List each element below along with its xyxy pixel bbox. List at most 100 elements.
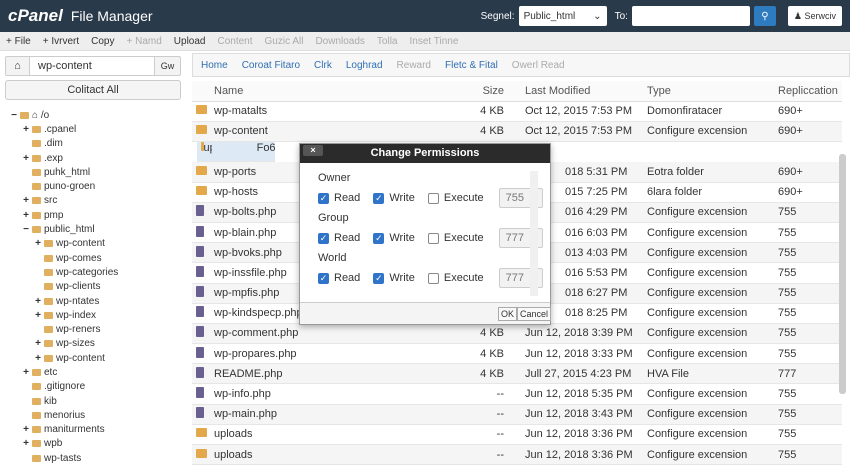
tree-item[interactable]: + wp-content [0, 237, 118, 251]
write-checkbox[interactable]: ✓ [373, 232, 385, 244]
search-button[interactable]: ⚲ [753, 6, 776, 26]
nav-button[interactable]: Reward [397, 60, 431, 71]
file-permissions: 755 [778, 343, 842, 365]
tree-item[interactable]: + .cpanel [0, 122, 118, 136]
toolbar-button[interactable]: Guzic All [265, 36, 304, 47]
write-checkbox[interactable]: ✓ [373, 272, 385, 284]
table-row[interactable]: uploads 015 9:55 PMFolra folder690+ [192, 141, 280, 162]
tree-item[interactable]: kib [0, 394, 118, 408]
toolbar-button[interactable]: + File [6, 36, 31, 47]
expand-toggle-icon[interactable]: − [10, 110, 18, 121]
tree-item[interactable]: + wpb [0, 437, 118, 451]
nav-button[interactable]: Fletc & Fital [445, 60, 498, 71]
tree-item[interactable]: wp-tasts [0, 451, 118, 465]
to-input[interactable] [631, 6, 750, 26]
dialog-scrollbar[interactable] [530, 171, 538, 296]
tree-item[interactable]: + wp-content [0, 351, 118, 365]
tree-item[interactable]: .dim [0, 137, 118, 151]
file-modified: Jun 12, 2018 3:43 PM [512, 404, 647, 425]
tree-item[interactable]: puhk_html [0, 165, 118, 179]
tree-item[interactable]: − public_html [0, 222, 118, 236]
cancel-button[interactable]: Cancel [517, 307, 552, 321]
close-button[interactable]: × [303, 145, 323, 156]
tree-item[interactable]: + wp-sizes [0, 337, 118, 351]
folder-icon [196, 448, 207, 458]
table-row[interactable]: wp-comment.php 4 KB Jun 12, 2018 3:39 PM Co… [192, 323, 842, 345]
col-size[interactable]: Size [444, 81, 512, 102]
col-permissions[interactable]: Repliccation [778, 81, 842, 102]
table-row[interactable]: wp-propares.php 4 KB Jun 12, 2018 3:33 PM C… [192, 343, 842, 365]
expand-toggle-icon[interactable]: + [22, 424, 30, 435]
toolbar-button[interactable]: Inset Tinne [410, 36, 459, 47]
scrollbar[interactable] [839, 154, 846, 394]
execute-checkbox[interactable] [427, 272, 439, 284]
toolbar-button[interactable]: Upload [174, 36, 206, 47]
expand-toggle-icon[interactable]: + [34, 338, 42, 349]
app-title: File Manager [70, 8, 153, 24]
tree-item[interactable]: − ⌂ /o [0, 108, 118, 122]
expand-toggle-icon[interactable]: + [22, 153, 30, 164]
write-checkbox[interactable]: ✓ [373, 192, 385, 204]
expand-toggle-icon[interactable]: + [22, 367, 30, 378]
table-row[interactable]: wp-matalts 4 KB Oct 12, 2015 7:53 PM Domonf… [192, 101, 842, 122]
file-permissions: 690+ [778, 182, 842, 203]
user-menu[interactable]: ♟ Serwciv [787, 6, 842, 26]
nav-button[interactable]: Loghrad [346, 60, 383, 71]
execute-checkbox[interactable] [427, 192, 439, 204]
table-row[interactable]: uploads -- Jun 12, 2018 3:36 PM Configure e… [192, 444, 842, 465]
nav-button[interactable]: Home [201, 60, 228, 71]
tree-item[interactable]: + pmp [0, 208, 118, 222]
table-row[interactable]: wp-info.php -- Jun 12, 2018 5:35 PM Configu… [192, 383, 842, 405]
expand-toggle-icon[interactable]: + [22, 210, 30, 221]
expand-toggle-icon[interactable]: + [22, 195, 30, 206]
expand-toggle-icon[interactable]: + [34, 296, 42, 307]
toolbar-button[interactable]: Copy [91, 36, 114, 47]
dialog-title: Change Permissions [370, 147, 480, 159]
nav-button[interactable]: Coroat Fitaro [242, 60, 300, 71]
tree-item[interactable]: wp-categories [0, 265, 118, 279]
tree-item[interactable]: + etc [0, 365, 118, 379]
toolbar-button[interactable]: Content [218, 36, 253, 47]
tree-item[interactable]: + src [0, 194, 118, 208]
col-name[interactable]: Name [214, 81, 444, 102]
tree-item[interactable]: puno-groen [0, 179, 118, 193]
nav-button[interactable]: Owerl Read [512, 60, 565, 71]
go-button[interactable]: Gw [154, 57, 180, 75]
tree-item[interactable]: wp-clients [0, 280, 118, 294]
tree-item[interactable]: + wp-ntates [0, 294, 118, 308]
path-input[interactable]: wp-content [30, 57, 154, 75]
table-row[interactable]: uploads -- Jun 12, 2018 3:36 PM Configure e… [192, 424, 842, 446]
expand-toggle-icon[interactable]: − [22, 224, 30, 235]
tree-item[interactable]: + .exp [0, 151, 118, 165]
expand-toggle-icon[interactable]: + [22, 124, 30, 135]
nav-button[interactable]: Clrk [314, 60, 332, 71]
table-row[interactable]: wp-main.php -- Jun 12, 2018 3:43 PM Configu… [192, 404, 842, 425]
expand-toggle-icon[interactable]: + [22, 438, 30, 449]
expand-toggle-icon[interactable]: + [34, 353, 42, 364]
table-row[interactable]: README.php 4 KB Jull 27, 2015 4:23 PM HVA F… [192, 363, 842, 385]
home-icon[interactable]: ⌂ [6, 57, 30, 75]
tree-item[interactable]: menorius [0, 408, 118, 422]
col-type[interactable]: Type [647, 81, 778, 102]
segment-select[interactable]: Public_html ⌄ [518, 6, 607, 26]
tree-item[interactable]: .gitignore [0, 380, 118, 394]
tree-item[interactable]: + wp-index [0, 308, 118, 322]
toolbar-button[interactable]: + Ivrvert [43, 36, 79, 47]
tree-item[interactable]: wp-reners [0, 322, 118, 336]
file-size: 4 KB [444, 121, 512, 142]
read-checkbox[interactable]: ✓ [318, 192, 329, 204]
toolbar-button[interactable]: Tolla [377, 36, 398, 47]
read-checkbox[interactable]: ✓ [318, 272, 329, 284]
table-row[interactable]: wp-content 4 KB Oct 12, 2015 7:53 PM Config… [192, 121, 842, 142]
col-modified[interactable]: Last Modified [512, 81, 647, 102]
read-checkbox[interactable]: ✓ [318, 232, 329, 244]
tree-item[interactable]: + maniturments [0, 423, 118, 437]
tree-item[interactable]: wp-comes [0, 251, 118, 265]
toolbar-button[interactable]: Downloads [315, 36, 364, 47]
execute-checkbox[interactable] [427, 232, 439, 244]
expand-toggle-icon[interactable]: + [34, 238, 42, 249]
ok-button[interactable]: OK [498, 307, 518, 321]
toolbar-button[interactable]: + Namd [127, 36, 162, 47]
collapse-all-button[interactable]: Colitact All [5, 80, 181, 100]
expand-toggle-icon[interactable]: + [34, 310, 42, 321]
